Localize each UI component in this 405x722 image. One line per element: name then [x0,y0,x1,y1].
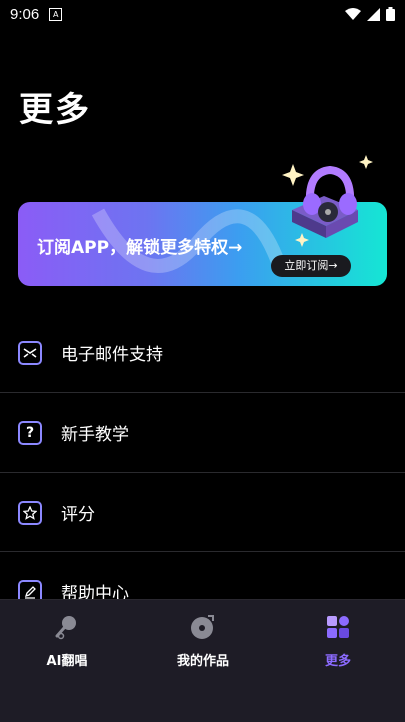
battery-icon [386,7,395,21]
banner-text: 订阅APP，解锁更多特权→ [37,238,243,258]
status-time: 9:06 [10,5,40,23]
music-disc-icon [191,615,214,639]
status-right [345,7,395,21]
menu-item-rating[interactable]: 评分 [0,473,405,552]
headphones-illustration-icon [282,155,373,247]
tab-ai-cover[interactable]: AI翻唱 [12,612,122,669]
menu-label-tutorial: 新手教学 [61,425,129,445]
menu-label-email-support: 电子邮件支持 [61,345,163,365]
notification-a-icon: A [49,7,63,21]
question-icon: ? [18,420,42,445]
mail-icon [18,340,42,365]
star-icon [18,500,42,525]
wifi-icon [345,8,361,20]
bottom-tab-bar: AI翻唱 我的作品 更多 [0,599,405,722]
grid-more-icon [327,616,349,638]
tab-label-more: 更多 [324,654,351,669]
menu-item-email-support[interactable]: 电子邮件支持 [0,313,405,392]
signal-icon [367,7,380,21]
status-bar: 9:06 A [0,0,405,28]
menu-item-tutorial[interactable]: ? 新手教学 [0,393,405,472]
microphone-icon [55,616,76,640]
subscribe-banner[interactable]: 订阅APP，解锁更多特权→ 立即订阅→ [18,155,387,286]
tab-more[interactable]: 更多 [283,612,393,669]
tab-label-ai-cover: AI翻唱 [46,654,88,669]
status-left: 9:06 A [10,5,63,23]
tab-my-works[interactable]: 我的作品 [148,612,258,669]
page-title: 更多 [19,90,91,130]
tab-label-my-works: 我的作品 [176,654,229,669]
menu-label-rating: 评分 [61,505,95,525]
